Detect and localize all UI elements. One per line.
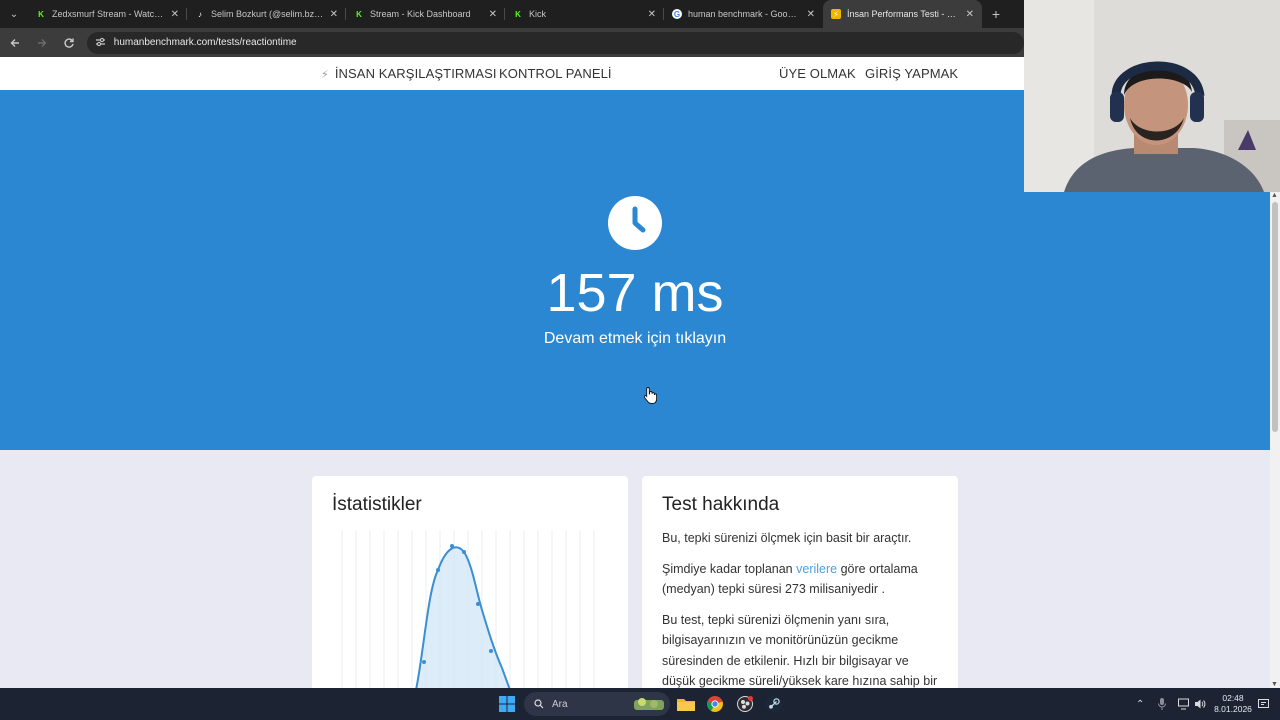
browser-tab-3[interactable]: K Stream - Kick Dashboard ✕ (346, 0, 505, 28)
taskbar: Ara ⌃ 02:48 8.01.2026 (0, 688, 1280, 720)
browser-tab-4[interactable]: K Kick ✕ (505, 0, 664, 28)
address-bar[interactable]: humanbenchmark.com/tests/reactiontime (86, 31, 1024, 54)
tiktok-icon: ♪ (198, 9, 202, 19)
statistics-title: İstatistikler (332, 494, 422, 515)
data-link[interactable]: verilere (796, 562, 837, 576)
microphone-icon[interactable] (1158, 688, 1166, 720)
browser-toolbar: humanbenchmark.com/tests/reactiontime (0, 28, 1024, 57)
nav-brand-label: İNSAN KARŞILAŞTIRMASI (334, 66, 497, 81)
browser-tab-6[interactable]: ⚡ İnsan Performans Testi - Tepki S ✕ (823, 0, 982, 28)
file-explorer-icon[interactable] (674, 692, 698, 716)
humanbenchmark-icon: ⚡ (831, 9, 841, 19)
click-to-continue-text: Devam etmek için tıklayın (543, 330, 727, 347)
reload-icon[interactable] (57, 31, 81, 55)
network-icon[interactable] (1178, 688, 1190, 720)
site-info-icon[interactable] (95, 37, 106, 49)
volume-icon[interactable] (1194, 688, 1206, 720)
chrome-icon[interactable] (703, 692, 727, 716)
google-icon: G (672, 9, 682, 19)
about-paragraph-1: Bu, tepki sürenizi ölçmek için basit bir… (662, 531, 912, 545)
about-test-title: Test hakkında (662, 494, 780, 515)
tab-title: Kick (529, 9, 547, 19)
close-tab-icon[interactable]: ✕ (807, 9, 815, 20)
close-tab-icon[interactable]: ✕ (171, 9, 179, 20)
url-text: humanbenchmark.com/tests/reactiontime (113, 37, 297, 48)
statistics-card: İstatistikler (312, 476, 628, 706)
nav-signup-link[interactable]: ÜYE OLMAK (779, 57, 856, 90)
nav-home-link[interactable]: ⚡ İNSAN KARŞILAŞTIRMASI (321, 57, 497, 90)
site-navbar: ⚡ İNSAN KARŞILAŞTIRMASI KONTROL PANELİ ÜY… (0, 57, 1024, 90)
kick-icon: K (38, 9, 44, 19)
reaction-time-distribution-graph (341, 530, 595, 690)
search-highlight-icon (634, 698, 664, 710)
windows-start-icon[interactable] (495, 692, 519, 716)
close-tab-icon[interactable]: ✕ (648, 9, 656, 20)
browser-tab-2[interactable]: ♪ Selim Bozkurt (@selim.bzkurt) | ✕ (187, 0, 346, 28)
tab-title: human benchmark - Google'da (688, 9, 801, 19)
forward-arrow-icon[interactable] (30, 31, 54, 55)
tab-strip: ⌄ K Zedxsmurf Stream - Watch Live ✕ ♪ Se… (0, 0, 1024, 28)
about-paragraph-2: Şimdiye kadar toplanan verilere göre ort… (662, 559, 938, 600)
reaction-time-result: 157 ms (546, 263, 724, 323)
scrollbar-thumb[interactable] (1272, 202, 1278, 432)
obs-icon[interactable] (733, 692, 757, 716)
about-test-card: Test hakkında Bu, tepki sürenizi ölçmek … (642, 476, 958, 709)
system-clock[interactable]: 02:48 8.01.2026 (1210, 693, 1256, 715)
nav-login-link[interactable]: GİRİŞ YAPMAK (865, 57, 958, 90)
close-tab-icon[interactable]: ✕ (330, 9, 338, 20)
browser-tab-5[interactable]: G human benchmark - Google'da ✕ (664, 0, 823, 28)
hand-cursor-icon (643, 387, 657, 404)
new-tab-button[interactable]: + (982, 0, 1010, 28)
close-tab-icon[interactable]: ✕ (489, 9, 497, 20)
tab-title: İnsan Performans Testi - Tepki S (847, 9, 960, 19)
page-scrollbar[interactable]: ▲ ▼ (1270, 192, 1280, 688)
browser-tab-1[interactable]: K Zedxsmurf Stream - Watch Live ✕ (28, 0, 187, 28)
clock-date: 8.01.2026 (1214, 704, 1252, 714)
tab-title: Stream - Kick Dashboard (370, 9, 471, 19)
clock-icon (608, 196, 662, 250)
about-p2-before: Şimdiye kadar toplanan (662, 561, 793, 576)
scroll-up-icon[interactable]: ▲ (1271, 192, 1278, 199)
notifications-icon[interactable] (1258, 688, 1269, 720)
steam-icon[interactable] (762, 692, 786, 716)
back-arrow-icon[interactable] (3, 31, 27, 55)
close-tab-icon[interactable]: ✕ (966, 9, 974, 20)
search-placeholder: Ara (552, 698, 568, 710)
tab-title: Zedxsmurf Stream - Watch Live (52, 9, 165, 19)
clock-time: 02:48 (1222, 693, 1244, 703)
webcam-overlay (1024, 0, 1280, 192)
streamer-webcam-image (1024, 0, 1280, 192)
kick-icon: K (515, 9, 521, 19)
tab-search-chevron-icon[interactable]: ⌄ (0, 0, 28, 28)
show-hidden-icons-chevron-icon[interactable]: ⌃ (1136, 688, 1144, 720)
kick-icon: K (356, 9, 362, 19)
scroll-down-icon[interactable]: ▼ (1271, 681, 1278, 688)
taskbar-search[interactable]: Ara (524, 692, 670, 716)
nav-dashboard-link[interactable]: KONTROL PANELİ (499, 57, 612, 90)
lightning-bolt-icon: ⚡ (321, 69, 329, 81)
search-icon (534, 699, 544, 709)
tab-title: Selim Bozkurt (@selim.bzkurt) | (211, 9, 324, 19)
